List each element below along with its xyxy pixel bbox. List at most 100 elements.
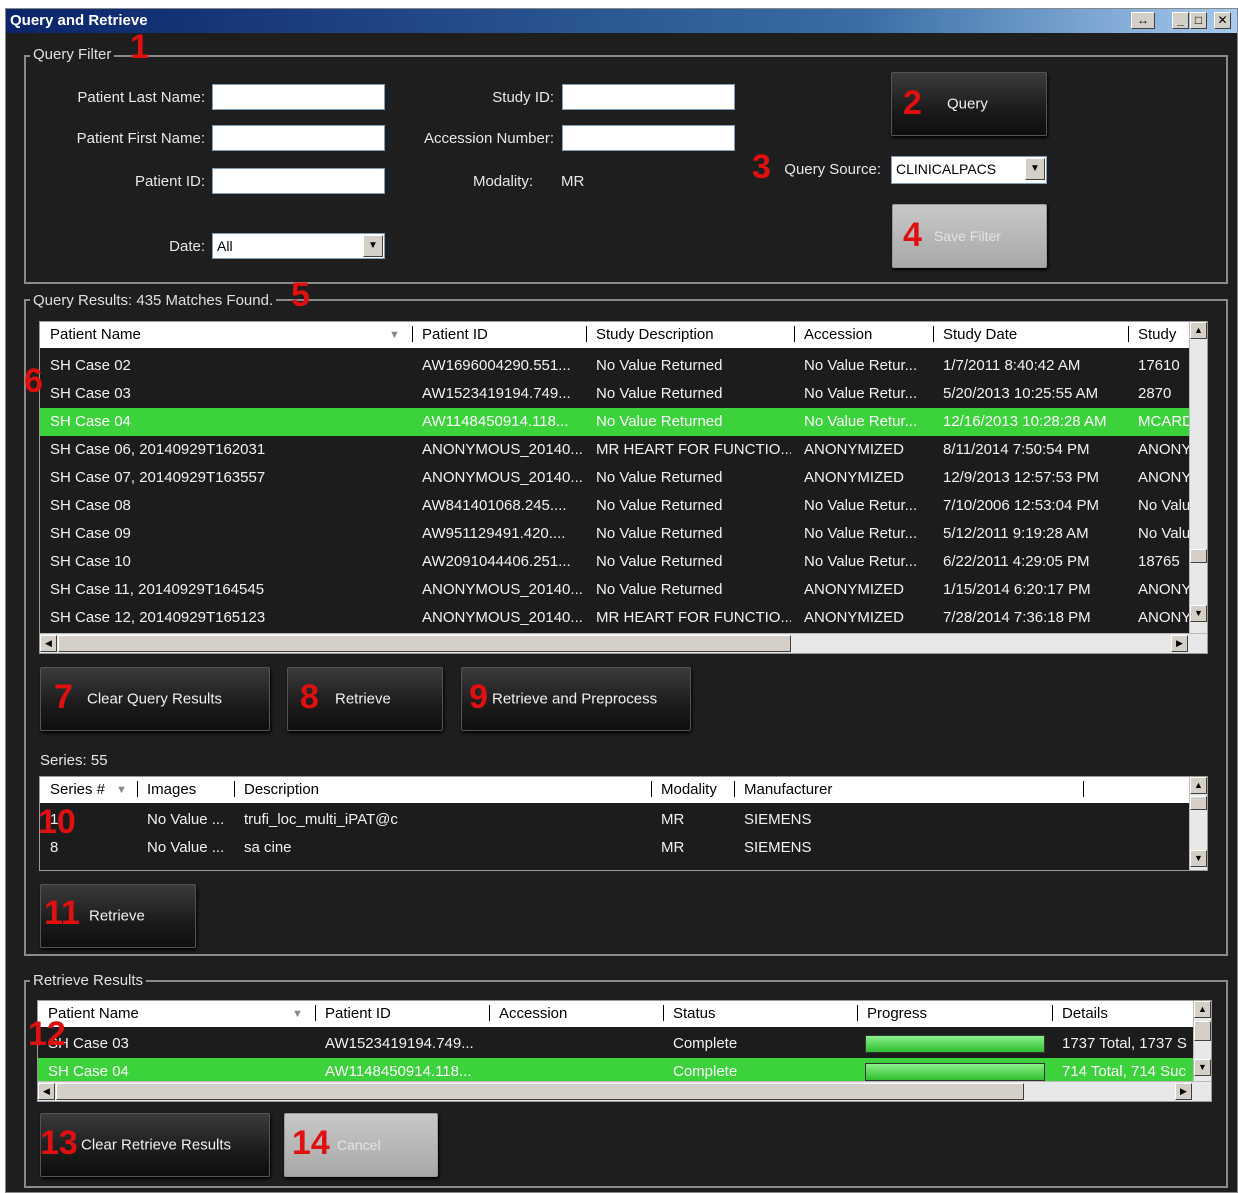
scroll-up-icon[interactable]: ▲ [1194,1001,1211,1018]
sort-arrow-icon[interactable]: ▼ [389,329,400,341]
vertical-scrollbar[interactable]: ▲ ▼ [1193,1001,1211,1081]
scroll-thumb[interactable] [1190,796,1207,810]
close-button[interactable]: ✕ [1214,12,1231,29]
table-row[interactable]: SH Case 10 AW2091044406.251... No Value Re… [40,548,1190,576]
horizontal-scrollbar[interactable]: ◀ ▶ [40,633,1207,653]
save-filter-button-label: Save Filter [934,228,1001,244]
cell-patient-id: AW1696004290.551... [422,357,571,374]
column-header-accession[interactable]: Accession [499,1005,567,1022]
scroll-left-icon[interactable]: ◀ [40,635,57,652]
query-results-table[interactable]: Patient Name ▼ Patient ID Study Descript… [39,321,1208,654]
retrieve-and-preprocess-button[interactable]: Retrieve and Preprocess [461,667,691,731]
date-select[interactable]: All ▼ [212,233,385,259]
callout-1: 1 [130,28,149,66]
column-header-status[interactable]: Status [673,1005,716,1022]
chevron-down-icon[interactable]: ▼ [1025,158,1045,180]
scroll-down-icon[interactable]: ▼ [1190,850,1207,867]
column-header-study-description[interactable]: Study Description [596,326,714,343]
retrieve-results-table[interactable]: Patient Name ▼ Patient ID Accession Stat… [37,1000,1212,1102]
column-header-modality[interactable]: Modality [661,781,717,798]
cell-patient-name: SH Case 02 [50,357,131,374]
column-header-patient-name[interactable]: Patient Name [50,326,141,343]
clear-query-results-button[interactable]: Clear Query Results [40,667,270,731]
cell-patient-name: SH Case 06, 20140929T162031 [50,441,266,458]
accession-number-input[interactable] [562,125,735,151]
cell-patient-id: AW1148450914.118... [325,1063,472,1080]
retrieve-button-label: Retrieve [335,690,391,708]
horizontal-scrollbar[interactable]: ◀ ▶ [38,1081,1211,1101]
scroll-right-icon[interactable]: ▶ [1175,1083,1192,1100]
chevron-down-icon[interactable]: ▼ [363,235,383,257]
patient-first-name-input[interactable] [212,125,385,151]
cell-study-date: 8/11/2014 7:50:54 PM [943,441,1090,458]
scroll-right-icon[interactable]: ▶ [1171,635,1188,652]
column-header-patient-id[interactable]: Patient ID [325,1005,391,1022]
table-row[interactable]: 8 No Value ... sa cine MR SIEMENS [40,834,1190,862]
cell-study-description: No Value Returned [596,357,723,374]
table-row[interactable]: SH Case 06, 20140929T162031 ANONYMOUS_201… [40,436,1190,464]
column-header-details[interactable]: Details [1062,1005,1108,1022]
series-table[interactable]: Series # ▼ Images Description Modality M… [39,776,1208,871]
cell-series-number: 8 [50,839,59,856]
cell-study: ANONY [1138,469,1190,486]
table-row[interactable]: SH Case 04 AW1148450914.118... No Value Re… [40,408,1190,436]
patient-id-input[interactable] [212,168,385,194]
vertical-scrollbar[interactable]: ▲ ▼ [1189,777,1207,870]
column-header-accession[interactable]: Accession [804,326,872,343]
modality-label: Modality: [472,173,533,190]
callout-6: 6 [24,362,43,400]
minimize-button[interactable]: _ [1172,12,1189,29]
column-header-progress[interactable]: Progress [867,1005,927,1022]
progress-bar [865,1063,1045,1081]
column-header-patient-id[interactable]: Patient ID [422,326,488,343]
table-row[interactable]: SH Case 07, 20140929T163557 ANONYMOUS_201… [40,464,1190,492]
table-row[interactable]: SH Case 12, 20140929T165123 ANONYMOUS_201… [40,604,1190,632]
accession-number-label: Accession Number: [423,130,554,147]
column-header-description[interactable]: Description [244,781,319,798]
resize-arrows-icon[interactable]: ↔ [1131,12,1155,29]
cell-study: ANONY [1138,441,1190,458]
column-header-study[interactable]: Study [1138,326,1176,343]
retrieve-results-legend: Retrieve Results [30,972,147,989]
cell-patient-id: ANONYMOUS_20140... [422,609,582,626]
table-row[interactable]: SH Case 11, 20140929T164545 ANONYMOUS_201… [40,576,1190,604]
table-row[interactable]: SH Case 03 AW1523419194.749... No Value Re… [40,380,1190,408]
scroll-down-icon[interactable]: ▼ [1194,1059,1211,1076]
clear-query-results-label: Clear Query Results [87,690,223,708]
scroll-down-icon[interactable]: ▼ [1190,605,1207,622]
cell-study-description: No Value Returned [596,413,723,430]
cell-study-description: No Value Returned [596,469,723,486]
title-bar[interactable] [6,9,1237,33]
column-header-manufacturer[interactable]: Manufacturer [744,781,832,798]
query-source-label: Query Source: [784,161,881,178]
column-header-study-date[interactable]: Study Date [943,326,1017,343]
cell-study: No Valu [1138,525,1190,542]
callout-12: 12 [28,1015,66,1053]
scroll-up-icon[interactable]: ▲ [1190,777,1207,794]
table-row[interactable]: SH Case 09 AW951129491.420.... No Value Re… [40,520,1190,548]
patient-last-name-label: Patient Last Name: [77,89,205,106]
table-row[interactable]: SH Case 03 AW1523419194.749... Complete 173… [38,1030,1194,1058]
study-id-input[interactable] [562,84,735,110]
cell-study-date: 5/12/2011 9:19:28 AM [943,525,1089,542]
scroll-thumb[interactable] [1190,549,1207,563]
patient-last-name-input[interactable] [212,84,385,110]
vertical-scrollbar[interactable]: ▲ ▼ [1189,322,1207,633]
column-header-images[interactable]: Images [147,781,196,798]
cell-study: No Valu [1138,497,1190,514]
query-source-select[interactable]: CLINICALPACS ▼ [891,156,1047,184]
patient-id-label: Patient ID: [134,173,205,190]
table-row[interactable]: SH Case 08 AW841401068.245.... No Value Re… [40,492,1190,520]
table-row[interactable]: SH Case 02 AW1696004290.551... No Value Re… [40,352,1190,380]
sort-arrow-icon[interactable]: ▼ [116,784,127,796]
column-header-series-number[interactable]: Series # [50,781,105,798]
scroll-left-icon[interactable]: ◀ [38,1083,55,1100]
callout-11: 11 [44,894,80,932]
scroll-thumb[interactable] [56,1083,1024,1100]
scroll-up-icon[interactable]: ▲ [1190,322,1207,339]
table-row[interactable]: 1 No Value ... trufi_loc_multi_iPAT@c MR SIE… [40,806,1190,834]
maximize-button[interactable]: □ [1190,12,1207,29]
sort-arrow-icon[interactable]: ▼ [292,1008,303,1020]
scroll-thumb[interactable] [1194,1021,1211,1041]
scroll-thumb[interactable] [58,635,791,652]
